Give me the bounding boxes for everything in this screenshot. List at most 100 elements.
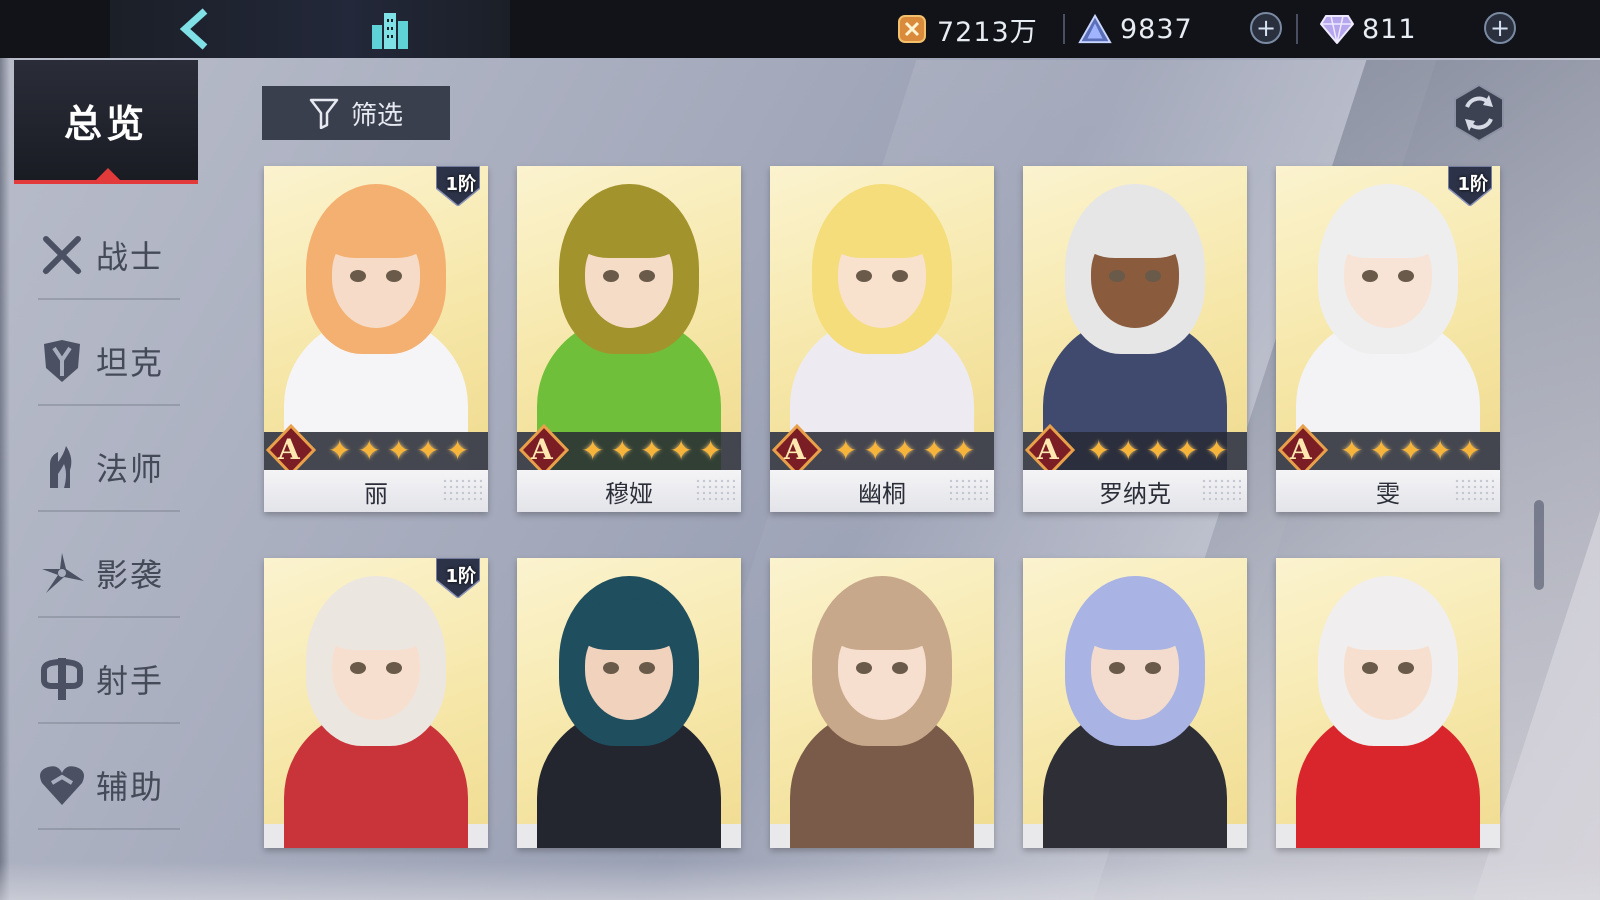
- grade-label: A: [531, 433, 553, 466]
- sidebar-item-mage[interactable]: 法师: [38, 424, 180, 512]
- character-eye: [1362, 662, 1378, 674]
- star-icon: ✦: [892, 434, 917, 467]
- sidebar-item-assassin[interactable]: 影袭: [38, 530, 180, 618]
- character-portrait: [1023, 558, 1247, 848]
- sidebar-item-support[interactable]: 辅助: [38, 742, 180, 830]
- character-eye: [892, 270, 908, 282]
- character-eye: [386, 270, 402, 282]
- home-button[interactable]: [365, 4, 415, 54]
- character-bangs: [326, 598, 426, 650]
- character-name: 幽桐: [858, 479, 906, 508]
- character-card[interactable]: 1阶: [264, 558, 488, 848]
- character-eye: [856, 662, 872, 674]
- star-icon: ✦: [1398, 434, 1423, 467]
- add-gem-button[interactable]: +: [1484, 12, 1516, 44]
- token-amount: 9837: [1120, 13, 1193, 45]
- sort-toggle-button[interactable]: [1448, 82, 1510, 144]
- gem-amount: 811: [1362, 13, 1417, 45]
- top-bar: 7213万 9837 + 811 +: [0, 0, 1600, 58]
- character-eye: [1109, 662, 1125, 674]
- star-icon: ✦: [1340, 434, 1364, 467]
- gold-coin-icon: [895, 12, 929, 46]
- gold-resource: 7213万: [895, 8, 1038, 50]
- shuriken-icon: [38, 549, 86, 597]
- character-name-bar: 罗纳克: [1023, 470, 1247, 512]
- diamond-icon: [1320, 12, 1354, 46]
- star-icon: ✦: [581, 434, 605, 467]
- sidebar-item-tank[interactable]: 坦克: [38, 318, 180, 406]
- grade-star-bar: A ✦ ✦ ✦ ✦ ✦: [517, 424, 741, 476]
- character-bangs: [832, 598, 932, 650]
- character-name-bar: 雯: [1276, 470, 1500, 512]
- heart-icon: [38, 761, 86, 809]
- star-icon: ✦: [328, 434, 352, 467]
- grade-label: A: [1037, 433, 1059, 466]
- star-icon: ✦: [416, 434, 440, 467]
- gem-resource: 811: [1320, 8, 1417, 50]
- character-eye: [386, 662, 402, 674]
- character-bangs: [1085, 598, 1185, 650]
- filter-button[interactable]: 筛选: [262, 86, 450, 140]
- sidebar-item-label: 辅助: [96, 768, 165, 806]
- star-rating: ✦ ✦ ✦ ✦ ✦: [1340, 436, 1481, 466]
- sidebar-item-warrior[interactable]: 战士: [38, 212, 180, 300]
- character-card[interactable]: [1023, 558, 1247, 848]
- flame-staff-icon: [38, 443, 86, 491]
- grade-label: A: [784, 433, 806, 466]
- character-portrait: [517, 166, 741, 496]
- character-eye: [1362, 270, 1378, 282]
- character-name: 丽: [364, 479, 388, 508]
- rank-label: 1阶: [1457, 174, 1488, 195]
- sidebar-item-label: 战士: [96, 238, 165, 276]
- star-icon: ✦: [1428, 434, 1452, 467]
- character-card[interactable]: [1276, 558, 1500, 848]
- character-card[interactable]: A ✦ ✦ ✦ ✦ ✦ 幽桐: [770, 166, 994, 512]
- sidebar-item-label: 坦克: [96, 344, 165, 382]
- star-rating: ✦ ✦ ✦ ✦ ✦: [834, 436, 975, 466]
- star-icon: ✦: [698, 434, 723, 467]
- crossed-swords-icon: [38, 231, 86, 279]
- character-eye: [350, 662, 366, 674]
- character-card[interactable]: [770, 558, 994, 848]
- star-icon: ✦: [834, 434, 858, 467]
- grade-star-bar: A ✦ ✦ ✦ ✦ ✦: [1276, 424, 1500, 476]
- character-portrait: [1023, 166, 1247, 496]
- star-icon: ✦: [1457, 434, 1482, 467]
- back-button[interactable]: [170, 4, 220, 54]
- back-arrow-icon: [179, 8, 208, 50]
- character-card[interactable]: [517, 558, 741, 848]
- star-icon: ✦: [863, 434, 887, 467]
- sidebar-item-marksman[interactable]: 射手: [38, 636, 180, 724]
- gold-amount: 7213万: [937, 16, 1038, 48]
- character-bangs: [1338, 598, 1438, 650]
- star-icon: ✦: [357, 434, 381, 467]
- character-name: 穆娅: [605, 479, 653, 508]
- grade-star-bar: A ✦ ✦ ✦ ✦ ✦: [1023, 424, 1247, 476]
- star-icon: ✦: [1145, 434, 1170, 467]
- sidebar-edge-shadow: [0, 58, 10, 900]
- character-bangs: [1085, 206, 1185, 258]
- star-icon: ✦: [639, 434, 664, 467]
- character-bangs: [579, 206, 679, 258]
- star-icon: ✦: [669, 434, 693, 467]
- sidebar-item-overview[interactable]: 总览: [14, 60, 198, 184]
- active-indicator-notch: [96, 168, 120, 180]
- character-eye: [892, 662, 908, 674]
- name-bar-pattern: [695, 478, 735, 504]
- character-card[interactable]: 1阶 A ✦ ✦ ✦ ✦ ✦ 雯: [1276, 166, 1500, 512]
- character-eye: [639, 270, 655, 282]
- character-portrait: [1276, 558, 1500, 848]
- character-eye: [603, 270, 619, 282]
- funnel-icon: [309, 97, 339, 129]
- character-name: 雯: [1376, 479, 1400, 508]
- character-card[interactable]: A ✦ ✦ ✦ ✦ ✦ 穆娅: [517, 166, 741, 512]
- rank-label: 1阶: [445, 174, 476, 195]
- character-eye: [1398, 662, 1414, 674]
- add-token-button[interactable]: +: [1250, 12, 1282, 44]
- character-card[interactable]: 1阶 A ✦ ✦ ✦ ✦ ✦ 丽: [264, 166, 488, 512]
- character-eye: [1109, 270, 1125, 282]
- scrollbar[interactable]: [1534, 500, 1544, 590]
- star-icon: ✦: [610, 434, 634, 467]
- character-card[interactable]: A ✦ ✦ ✦ ✦ ✦ 罗纳克: [1023, 166, 1247, 512]
- character-eye: [639, 662, 655, 674]
